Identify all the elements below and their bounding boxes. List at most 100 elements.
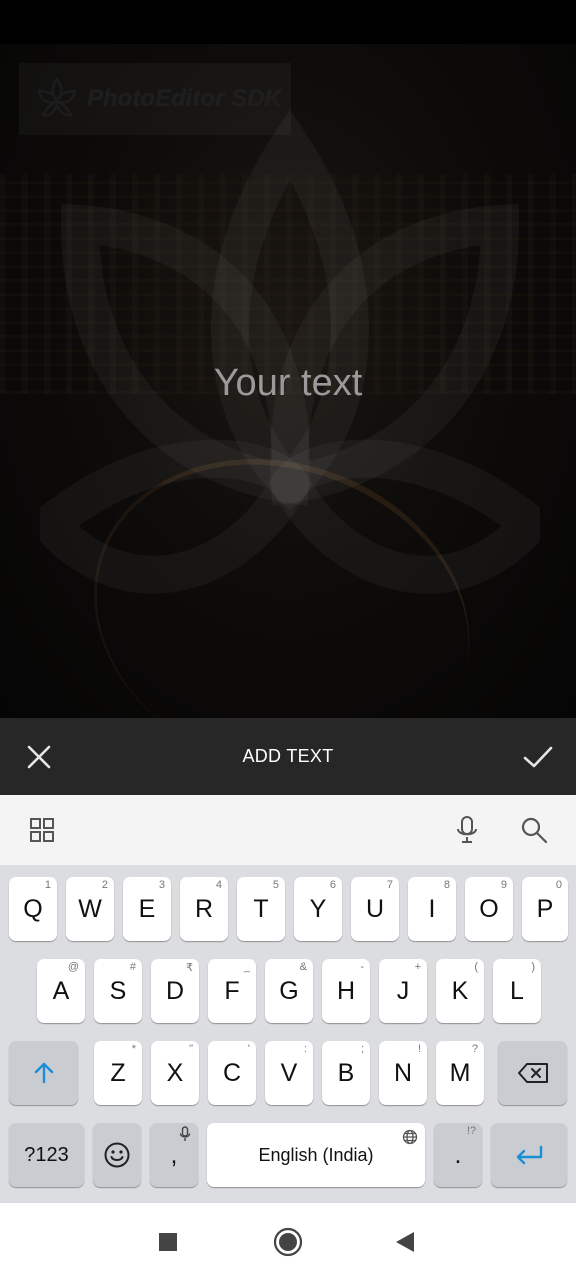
key-k[interactable]: (K bbox=[436, 959, 484, 1023]
key-hint: ! bbox=[417, 1043, 421, 1055]
key-x[interactable]: " X bbox=[151, 1041, 199, 1105]
emoji-key[interactable] bbox=[93, 1123, 141, 1187]
keyboard-suggestion-bar bbox=[0, 795, 576, 866]
key-label: Z bbox=[110, 1058, 126, 1087]
key-hint: 0 bbox=[555, 879, 562, 891]
photoeditor-logo-icon bbox=[37, 76, 77, 117]
key-h[interactable]: -H bbox=[322, 959, 370, 1023]
key-label: L bbox=[510, 976, 524, 1005]
key-d[interactable]: ₹ D bbox=[151, 959, 199, 1023]
key-m[interactable]: ? M bbox=[436, 1041, 484, 1105]
key-label: C bbox=[222, 1058, 242, 1087]
home-button[interactable] bbox=[258, 1203, 318, 1280]
key-label: T bbox=[253, 894, 269, 923]
apps-grid-button[interactable] bbox=[12, 795, 72, 865]
key-label: W bbox=[78, 894, 102, 923]
emoji-icon bbox=[104, 1142, 130, 1168]
key-u[interactable]: 7U bbox=[351, 877, 399, 941]
key-hint: 4 bbox=[215, 879, 222, 891]
key-label: U bbox=[365, 894, 385, 923]
voice-input-button[interactable] bbox=[437, 795, 497, 865]
key-i[interactable]: 8I bbox=[408, 877, 456, 941]
square-icon bbox=[159, 1232, 177, 1251]
microphone-hint-icon bbox=[179, 1126, 191, 1141]
key-label: P bbox=[536, 894, 554, 923]
key-hint: " bbox=[189, 1043, 193, 1055]
globe-icon bbox=[402, 1129, 418, 1145]
key-label: M bbox=[449, 1058, 471, 1087]
enter-key[interactable] bbox=[491, 1123, 567, 1187]
key-l[interactable]: ) L bbox=[493, 959, 541, 1023]
key-hint: # bbox=[129, 961, 136, 973]
key-hint: ' bbox=[247, 1043, 250, 1055]
comma-key[interactable]: , bbox=[150, 1123, 198, 1187]
photoeditor-sdk-watermark: PhotoEditor SDK bbox=[19, 63, 291, 135]
key-label: B bbox=[337, 1058, 355, 1087]
key-hint: 1 bbox=[44, 879, 51, 891]
key-hint: ) bbox=[531, 961, 535, 973]
key-hint: _ bbox=[243, 961, 250, 973]
key-label: ?123 bbox=[24, 1143, 69, 1166]
key-y[interactable]: 6Y bbox=[294, 877, 342, 941]
key-f[interactable]: _ F bbox=[208, 959, 256, 1023]
key-label: S bbox=[109, 976, 127, 1005]
key-o[interactable]: 9O bbox=[465, 877, 513, 941]
recents-button[interactable] bbox=[138, 1203, 198, 1280]
key-hint: 7 bbox=[386, 879, 393, 891]
key-label: D bbox=[165, 976, 185, 1005]
confirm-button[interactable] bbox=[499, 718, 576, 795]
circle-icon bbox=[273, 1227, 303, 1256]
back-button[interactable] bbox=[375, 1203, 435, 1280]
key-t[interactable]: 5T bbox=[237, 877, 285, 941]
enter-icon bbox=[516, 1145, 543, 1165]
add-text-toolbar: ADD TEXT bbox=[0, 718, 576, 795]
key-label: F bbox=[224, 976, 240, 1005]
key-label: I bbox=[428, 894, 436, 923]
key-label: J bbox=[396, 976, 410, 1005]
key-label: V bbox=[280, 1058, 298, 1087]
key-s[interactable]: # S bbox=[94, 959, 142, 1023]
key-hint: ? bbox=[471, 1043, 478, 1055]
grid-icon bbox=[30, 818, 54, 842]
space-key[interactable]: English (India) bbox=[207, 1123, 425, 1187]
shift-key[interactable] bbox=[9, 1041, 78, 1105]
key-label: K bbox=[451, 976, 469, 1005]
key-hint: * bbox=[131, 1043, 136, 1055]
key-label: , bbox=[170, 1140, 178, 1169]
navigation-bar bbox=[0, 1203, 576, 1280]
key-hint: & bbox=[299, 961, 307, 973]
microphone-icon bbox=[457, 816, 477, 843]
key-label: O bbox=[479, 894, 499, 923]
photo-canvas[interactable]: PhotoEditor SDK Your text bbox=[0, 44, 576, 718]
key-label: G bbox=[279, 976, 299, 1005]
key-b[interactable]: ; B bbox=[322, 1041, 370, 1105]
watermark-label: PhotoEditor SDK bbox=[87, 85, 282, 112]
key-label: A bbox=[52, 976, 70, 1005]
backspace-icon bbox=[517, 1063, 548, 1083]
key-v[interactable]: :V bbox=[265, 1041, 313, 1105]
search-button[interactable] bbox=[504, 795, 564, 865]
symbols-key[interactable]: ?123 bbox=[9, 1123, 84, 1187]
backspace-key[interactable] bbox=[498, 1041, 567, 1105]
key-p[interactable]: 0P bbox=[522, 877, 568, 941]
search-icon bbox=[521, 817, 548, 844]
key-a[interactable]: @ A bbox=[37, 959, 85, 1023]
soft-keyboard: 1Q 2W 3E 4R 5T 6Y 7U 8I 9O 0P @ A # S ₹ D _… bbox=[0, 865, 576, 1203]
key-w[interactable]: 2W bbox=[66, 877, 114, 941]
key-label: Y bbox=[309, 894, 327, 923]
key-hint: !? bbox=[466, 1125, 476, 1137]
key-z[interactable]: * Z bbox=[94, 1041, 142, 1105]
key-n[interactable]: ! N bbox=[379, 1041, 427, 1105]
key-e[interactable]: 3E bbox=[123, 877, 171, 941]
key-q[interactable]: 1Q bbox=[9, 877, 57, 941]
key-label: Q bbox=[23, 894, 43, 923]
key-hint: ( bbox=[474, 961, 478, 973]
triangle-back-icon bbox=[396, 1231, 414, 1252]
key-hint: + bbox=[414, 961, 421, 973]
key-g[interactable]: & G bbox=[265, 959, 313, 1023]
key-r[interactable]: 4R bbox=[180, 877, 228, 941]
text-overlay[interactable]: Your text bbox=[0, 362, 576, 405]
key-j[interactable]: + J bbox=[379, 959, 427, 1023]
key-c[interactable]: ' C bbox=[208, 1041, 256, 1105]
period-key[interactable]: !?. bbox=[434, 1123, 482, 1187]
